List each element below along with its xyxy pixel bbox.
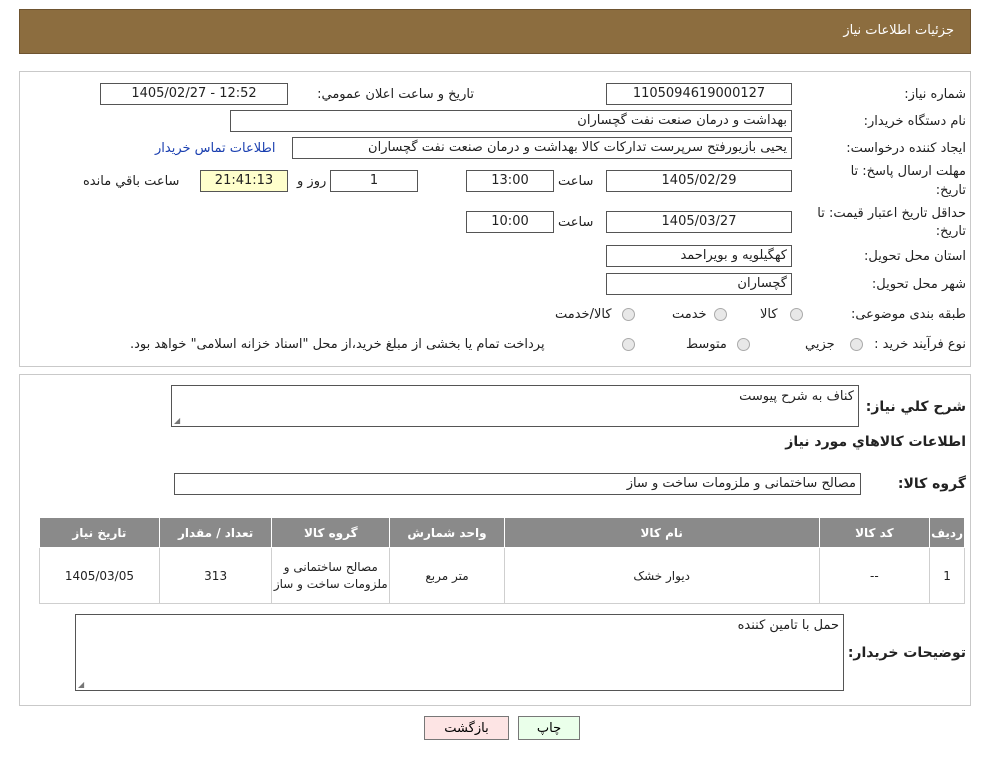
need-number-label: شماره نیاز:: [904, 87, 966, 102]
resize-grip-icon[interactable]: ◢: [174, 416, 180, 425]
category-label: طبقه بندی موضوعی:: [850, 307, 966, 322]
cell-code: --: [818, 547, 931, 604]
buyer-org-label: نام دستگاه خريدار:: [863, 114, 966, 129]
category-option-both: کالا/خدمت: [555, 307, 612, 322]
buyer-notes-textarea: حمل با تامین کننده ◢: [75, 614, 844, 691]
resize-grip-icon[interactable]: ◢: [78, 680, 84, 689]
col-code: كد كالا: [818, 517, 931, 548]
validity-time-field: 10:00: [466, 211, 554, 233]
validity-label: حداقل تاريخ اعتبار قيمت: تا: [817, 206, 966, 221]
process-radio-medium[interactable]: [737, 338, 750, 351]
process-label: نوع فرآيند خريد :: [874, 337, 966, 352]
process-option-medium: متوسط: [686, 337, 727, 352]
page-header: جزئيات اطلاعات نياز: [19, 9, 971, 54]
cell-unit: متر مربع: [389, 547, 505, 604]
category-radio-service[interactable]: [714, 308, 727, 321]
deadline-label: مهلت ارسال پاسخ: تا: [850, 164, 966, 179]
creator-label: ایجاد کننده درخواست:: [846, 141, 966, 156]
cell-row: 1: [929, 547, 965, 604]
table-row: 1 -- دیوار خشک متر مربع مصالح ساختمانی و…: [39, 547, 965, 604]
province-label: استان محل تحویل:: [864, 249, 966, 264]
announce-label: تاريخ و ساعت اعلان عمومي:: [317, 87, 474, 102]
summary-value: کناف به شرح پیوست: [739, 389, 854, 404]
process-note: پرداخت تمام یا بخشی از مبلغ خرید،از محل …: [130, 337, 545, 352]
validity-date-field: 1405/03/27: [606, 211, 792, 233]
category-option-service: خدمت: [672, 307, 707, 322]
city-field: گچساران: [606, 273, 792, 295]
remaining-time-label: ساعت باقي مانده: [83, 174, 180, 189]
cell-need-date: 1405/03/05: [39, 547, 160, 604]
summary-label: شرح كلي نياز:: [865, 399, 966, 415]
col-row: رديف: [929, 517, 965, 548]
city-label: شهر محل تحویل:: [871, 277, 966, 292]
days-remaining-field: 1: [330, 170, 418, 192]
col-unit: واحد شمارش: [389, 517, 505, 548]
page-title: جزئيات اطلاعات نياز: [843, 23, 954, 38]
creator-field: یحیی بازیورفتح سرپرست تدارکات کالا بهداش…: [292, 137, 792, 159]
goods-group-field: مصالح ساختمانی و ملزومات ساخت و ساز: [174, 473, 861, 495]
summary-textarea: کناف به شرح پیوست ◢: [171, 385, 859, 427]
deadline-time-field: 13:00: [466, 170, 554, 192]
deadline-label-date: تاریخ:: [935, 183, 966, 198]
need-number-field: 1105094619000127: [606, 83, 792, 105]
col-name: نام كالا: [503, 517, 820, 548]
category-option-goods: کالا: [760, 307, 778, 322]
category-radio-both[interactable]: [622, 308, 635, 321]
category-radio-goods[interactable]: [790, 308, 803, 321]
goods-group-label: گروه کالا:: [897, 476, 966, 492]
process-radio-minor[interactable]: [850, 338, 863, 351]
col-quantity: تعداد / مقدار: [158, 517, 273, 548]
col-need-date: تاريخ نياز: [39, 517, 160, 548]
deadline-date-field: 1405/02/29: [606, 170, 792, 192]
process-option-minor: جزيي: [805, 337, 835, 352]
buyer-notes-value: حمل با تامین کننده: [737, 618, 839, 633]
province-field: کهگیلویه و بویراحمد: [606, 245, 792, 267]
deadline-time-label: ساعت: [558, 174, 594, 189]
cell-quantity: 313: [158, 547, 273, 604]
table-header-row: رديف كد كالا نام كالا واحد شمارش گروه كا…: [39, 517, 965, 548]
validity-label-date: تاريخ:: [935, 224, 966, 239]
buyer-org-field: بهداشت و درمان صنعت نفت گچساران: [230, 110, 792, 132]
goods-table: رديف كد كالا نام كالا واحد شمارش گروه كا…: [39, 517, 965, 604]
process-radio-treasury[interactable]: [622, 338, 635, 351]
buyer-contact-link[interactable]: اطلاعات تماس خریدار: [155, 141, 275, 156]
col-group: گروه كالا: [271, 517, 391, 548]
remaining-time-field: 21:41:13: [200, 170, 288, 192]
goods-info-title: اطلاعات كالاهاي مورد نياز: [785, 434, 966, 450]
cell-name: دیوار خشک: [503, 547, 820, 604]
print-button[interactable]: چاپ: [518, 716, 580, 740]
days-label: روز و: [297, 174, 327, 189]
announce-datetime-field: 1405/02/27 - 12:52: [100, 83, 288, 105]
buyer-notes-label: توضيحات خريدار:: [847, 645, 966, 661]
cell-group: مصالح ساختمانی و ملزومات ساخت و ساز: [271, 547, 391, 604]
validity-time-label: ساعت: [558, 215, 594, 230]
back-button[interactable]: بازگشت: [424, 716, 509, 740]
